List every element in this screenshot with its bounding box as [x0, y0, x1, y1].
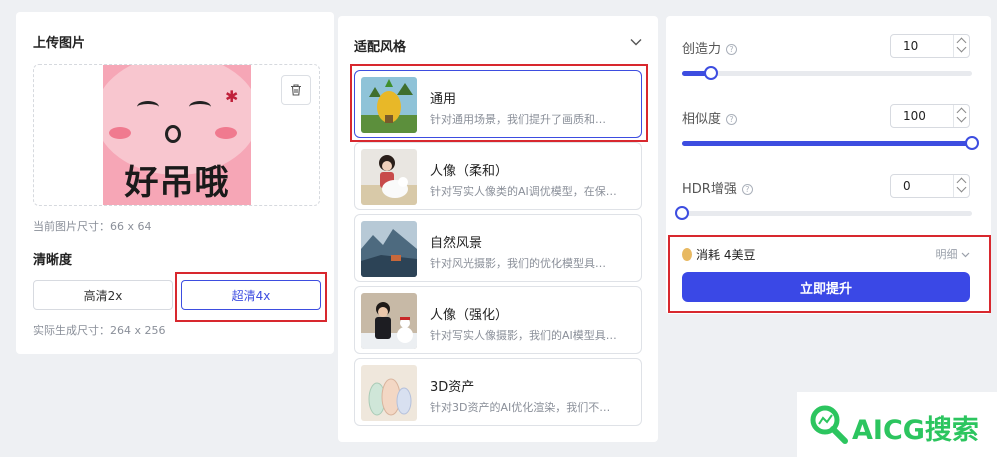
style-card-landscape[interactable]: 自然风景 针对风光摄影，我们的优化模型具…	[354, 214, 642, 282]
similarity-value: 100	[903, 109, 926, 123]
magnifier-logo-icon	[810, 405, 848, 444]
highlight-box-style	[350, 64, 648, 142]
style-card-portrait-strong[interactable]: 人像（强化） 针对写实人像摄影，我们的AI模型具…	[354, 286, 642, 354]
similarity-input[interactable]: 100	[890, 104, 970, 128]
style-thumb-portrait-soft	[361, 149, 417, 205]
style-name: 3D资产	[430, 380, 475, 395]
current-image-size: 当前图片尺寸：66 x 64	[33, 220, 152, 233]
creativity-label: 创造力?	[682, 38, 738, 57]
clarity-title: 清晰度	[33, 253, 73, 268]
style-name: 人像（强化）	[430, 308, 509, 323]
style-card-portrait-soft[interactable]: 人像（柔和） 针对写实人像类的AI调优模型，在保…	[354, 142, 642, 210]
style-desc: 针对写实人像摄影，我们的AI模型具…	[430, 329, 617, 342]
style-thumb-landscape	[361, 221, 417, 277]
style-desc: 针对3D资产的AI优化渲染，我们不…	[430, 401, 611, 414]
help-icon[interactable]: ?	[726, 114, 738, 125]
help-icon[interactable]: ?	[741, 184, 753, 195]
hdr-input[interactable]: 0	[890, 174, 970, 198]
hdr-slider[interactable]	[675, 206, 972, 220]
style-thumb-3d-asset	[361, 365, 417, 421]
style-desc: 针对写实人像类的AI调优模型，在保…	[430, 185, 617, 198]
uploaded-image-preview: ✱ 好吊哦	[103, 65, 251, 205]
style-title: 适配风格	[354, 40, 407, 55]
output-size: 实际生成尺寸：264 x 256	[33, 324, 166, 337]
style-name: 人像（柔和）	[430, 164, 509, 179]
image-caption-text: 好吊哦	[124, 163, 230, 203]
highlight-box-submit	[668, 235, 991, 313]
watermark-text: AICG搜索	[852, 415, 979, 446]
similarity-label: 相似度?	[682, 108, 738, 127]
creativity-slider[interactable]	[682, 66, 972, 80]
upload-title: 上传图片	[33, 36, 86, 51]
style-card-3d-asset[interactable]: 3D资产 针对3D资产的AI优化渲染，我们不…	[354, 358, 642, 426]
hdr-label: HDR增强?	[682, 178, 753, 197]
image-upload-area[interactable]: ✱ 好吊哦	[33, 64, 320, 206]
slider-handle[interactable]	[704, 66, 718, 80]
highlight-box-clarity	[175, 272, 327, 322]
creativity-value: 10	[903, 39, 919, 53]
stepper-icon[interactable]	[953, 35, 969, 57]
creativity-input[interactable]: 10	[890, 34, 970, 58]
help-icon[interactable]: ?	[726, 44, 738, 55]
style-thumb-portrait-strong	[361, 293, 417, 349]
chevron-down-icon[interactable]	[630, 38, 642, 46]
stepper-icon[interactable]	[953, 105, 969, 127]
hd-2x-button[interactable]: 高清2x	[33, 280, 173, 310]
style-desc: 针对风光摄影，我们的优化模型具…	[430, 257, 606, 270]
style-name: 自然风景	[430, 236, 483, 251]
similarity-slider[interactable]	[682, 136, 979, 150]
delete-image-button[interactable]	[281, 75, 311, 105]
watermark: AICG搜索	[797, 392, 997, 457]
trash-icon	[291, 84, 301, 96]
stepper-icon[interactable]	[953, 175, 969, 197]
slider-handle[interactable]	[965, 136, 979, 150]
slider-handle[interactable]	[675, 206, 689, 220]
hdr-value: 0	[903, 179, 911, 193]
